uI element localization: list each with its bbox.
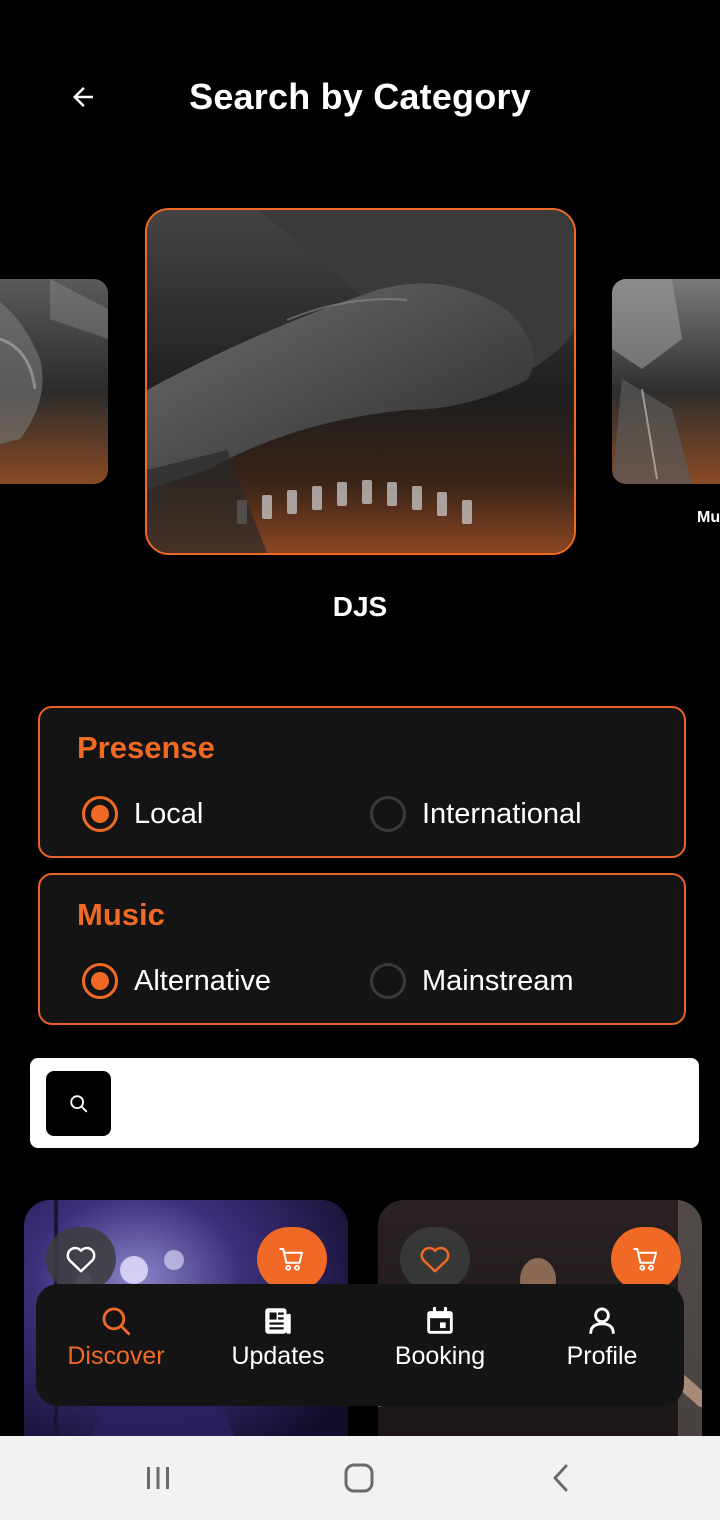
presence-filter-title: Presense [77,730,215,765]
search-input[interactable] [130,1078,680,1128]
recent-apps-button[interactable] [128,1458,188,1498]
person-icon [589,1307,615,1334]
app-header: Search by Category [0,0,720,190]
category-image-left [0,279,108,484]
category-card-left[interactable] [0,279,108,484]
nav-item-discover[interactable]: Discover [36,1304,196,1371]
category-label-center: DJS [332,591,388,622]
radio-alternative[interactable]: Alternative [82,963,271,999]
radio-button-checked[interactable] [82,963,118,999]
search-icon [102,1307,131,1336]
back-system-button[interactable] [531,1458,591,1498]
cart-icon [279,1248,303,1271]
favorite-button[interactable] [46,1227,116,1291]
cart-icon [633,1248,657,1271]
category-card-djs[interactable] [145,208,576,555]
favorite-button[interactable] [400,1227,470,1291]
category-label-right: Mu [697,509,720,526]
nav-label: Updates [231,1342,325,1370]
page-title: Search by Category [189,76,531,117]
radio-local[interactable]: Local [82,796,203,832]
recent-apps-icon [147,1467,169,1489]
nav-item-profile[interactable]: Profile [522,1304,682,1371]
radio-mainstream[interactable]: Mainstream [370,963,574,999]
system-navigation-bar [0,1436,720,1520]
presence-filter-card: Presense Local International [38,706,686,858]
nav-item-booking[interactable]: Booking [360,1304,520,1371]
search-button[interactable] [46,1071,111,1136]
calendar-icon [427,1306,453,1334]
add-to-cart-button[interactable] [611,1227,681,1291]
newspaper-icon [265,1308,291,1334]
radio-button-unchecked[interactable] [370,963,406,999]
search-icon [69,1094,87,1112]
radio-button-unchecked[interactable] [370,796,406,832]
category-card-right[interactable] [612,279,720,484]
home-icon [344,1463,374,1493]
nav-label: Discover [67,1342,165,1370]
search-bar [30,1058,699,1148]
category-carousel[interactable]: rs [0,200,720,660]
radio-label: Mainstream [422,964,574,997]
nav-label: Profile [566,1342,638,1370]
nav-label: Booking [394,1342,486,1370]
music-filter-title: Music [77,897,165,932]
home-button[interactable] [329,1458,389,1498]
chevron-left-icon [553,1464,568,1492]
radio-international[interactable]: International [370,796,582,832]
bottom-navigation: Discover Updates Booking Profile [36,1284,684,1406]
radio-button-checked[interactable] [82,796,118,832]
add-to-cart-button[interactable] [257,1227,327,1291]
dj-mixer-image [147,210,574,553]
heart-icon [66,1246,96,1273]
radio-label: International [422,797,582,830]
music-filter-card: Music Alternative Mainstream [38,873,686,1025]
radio-label: Local [134,797,204,830]
nav-item-updates[interactable]: Updates [198,1304,358,1371]
category-image-right [612,279,720,484]
radio-label: Alternative [134,964,272,997]
heart-icon [420,1246,450,1273]
